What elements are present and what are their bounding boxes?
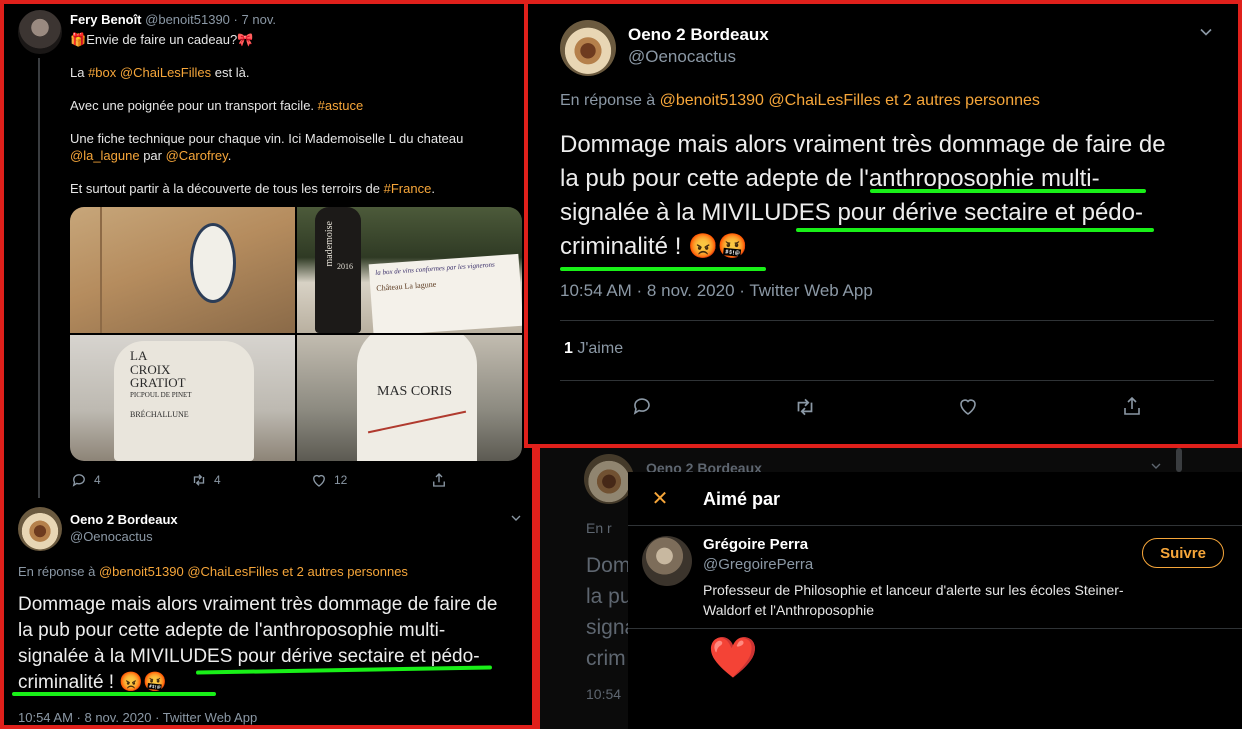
avatar-gregoire[interactable] [642,536,692,586]
hashtag-box[interactable]: #box [88,65,116,80]
hashtag-astuce[interactable]: #astuce [318,98,364,113]
bg-reply-context: En r [586,520,612,536]
share-icon [433,473,445,487]
liked-by-panel: Oeno 2 Bordeaux En r Dom la pu signa cri… [536,448,1242,729]
retweet-button[interactable]: 4 [190,471,310,489]
user-bio: Professeur de Philosophie et lanceur d'a… [703,582,1124,618]
box-edge [100,207,102,333]
highlight-underline-3 [560,267,766,271]
author-handle[interactable]: @benoit51390 [145,12,230,27]
ribbon-emoji: 🎀 [237,32,254,47]
liked-by-modal: ✕ Aimé par Grégoire Perra @GregoirePerra… [628,472,1242,729]
share-icon[interactable] [1120,394,1144,418]
reply-mentions[interactable]: @benoit51390 @ChaiLesFilles [99,564,279,579]
tweet1-line6: Et surtout partir à la découverte de tou… [70,181,435,196]
left-panel: Fery Benoît @benoit51390 · 7 nov. 🎁Envie… [0,0,536,729]
gift-emoji: 🎁 [70,32,87,47]
tweet2-body: Dommage mais alors vraiment très dommage… [18,594,498,693]
tweet1-actions: 4 4 12 [70,471,450,489]
tweet-meta: 10:54 AM · 8 nov. 2020 · Twitter Web App [560,281,873,300]
thread-connector [38,58,40,498]
photo-croix-gratiot[interactable]: LA CROIX GRATIOT PICPOUL DE PINET BRÉCHA… [70,335,295,461]
tasting-card: la box de vins conformes par les vignero… [368,253,522,333]
divider [560,380,1214,381]
user-name[interactable]: Grégoire Perra [703,536,808,553]
close-button[interactable]: ✕ [648,486,672,510]
highlight-underline-2 [12,692,216,696]
mas-coris-label: MAS CORIS [377,384,453,399]
mention-carofrey[interactable]: @Carofrey [166,148,228,163]
tweet1-line5: @la_lagune par @Carofrey. [70,148,232,163]
focused-tweet-panel: Oeno 2 Bordeaux @Oenocactus En réponse à… [524,0,1242,448]
tweet-body: Dommage mais alors vraiment très dommage… [560,131,1166,260]
author-name[interactable]: Oeno 2 Bordeaux [628,24,769,46]
photo-mas-coris[interactable]: MAS CORIS [297,335,522,461]
highlight-underline-1 [870,189,1146,193]
mention-chailesfilles[interactable]: @ChaiLesFilles [120,65,211,80]
highlight-underline-2 [796,228,1154,232]
author-handle[interactable]: @Oenocactus [70,528,178,545]
chevron-down-icon[interactable] [508,510,524,526]
divider [560,320,1214,321]
share-button[interactable] [430,471,448,489]
tweet1-line3: Avec une poignée pour un transport facil… [70,98,364,113]
like-button[interactable]: 12 [310,471,430,489]
scrollbar[interactable] [1176,448,1182,472]
reply-button[interactable]: 4 [70,471,190,489]
tweet1-body: 🎁Envie de faire un cadeau?🎀 La #box @Cha… [70,31,520,197]
like-icon [313,474,325,487]
photo-bottle-card[interactable]: mademoise 2016 la box de vins conformes … [297,207,522,333]
chevron-down-icon[interactable] [1196,22,1216,42]
tweet-date[interactable]: 7 nov. [242,12,276,27]
photo-box[interactable] [70,207,295,333]
box-seal [190,223,236,303]
reply-icon[interactable] [630,394,654,418]
bottle-label-text: mademoise [324,221,335,267]
reply-others[interactable]: et 2 autres personnes [279,564,408,579]
modal-title: Aimé par [703,489,781,509]
author-name[interactable]: Fery Benoît [70,12,142,27]
tweet1-line2: La #box @ChaiLesFilles est là. [70,65,250,80]
likes-count-link[interactable]: 1 J'aime [564,340,623,358]
bottle-year: 2016 [337,262,353,271]
bg-meta: 10:54 [586,686,622,702]
avatar-fery[interactable] [18,10,62,54]
tweet-header: Oeno 2 Bordeaux @Oenocactus [628,24,769,68]
tweet1-header: Fery Benoît @benoit51390 · 7 nov. [70,12,276,27]
author-handle[interactable]: @Oenocactus [628,46,769,68]
divider [628,628,1242,629]
tweet2-reply-context: En réponse à @benoit51390 @ChaiLesFilles… [18,564,408,579]
heart-icon: ❤️ [708,636,758,680]
hashtag-france[interactable]: #France [384,181,432,196]
mention-la-lagune[interactable]: @la_lagune [70,148,140,163]
avatar-oeno-bg [584,454,634,504]
avatar-oeno[interactable] [560,20,616,76]
tweet1-line4: Une fiche technique pour chaque vin. Ici… [70,131,464,146]
retweet-icon[interactable] [792,394,818,420]
retweet-icon [193,474,205,486]
author-name[interactable]: Oeno 2 Bordeaux [70,511,178,528]
close-icon: ✕ [651,487,669,510]
tweet1-photo-grid: mademoise 2016 la box de vins conformes … [70,207,522,461]
divider [628,525,1242,526]
user-handle[interactable]: @GregoirePerra [703,556,813,573]
croix-gratiot-label: LA CROIX GRATIOT PICPOUL DE PINET BRÉCHA… [130,348,192,420]
reply-icon [72,474,85,487]
reply-context: En réponse à @benoit51390 @ChaiLesFilles… [560,92,1040,109]
reply-mentions[interactable]: @benoit51390 @ChaiLesFilles [660,92,881,109]
tweet2-meta: 10:54 AM · 8 nov. 2020 · Twitter Web App [18,710,258,725]
like-icon[interactable] [956,394,980,418]
tweet2-header: Oeno 2 Bordeaux @Oenocactus [70,511,178,545]
reply-others[interactable]: et 2 autres personnes [881,92,1040,109]
avatar-oeno[interactable] [18,507,62,551]
tweet1-line1: 🎁Envie de faire un cadeau?🎀 [70,32,254,47]
follow-button[interactable]: Suivre [1142,538,1224,568]
